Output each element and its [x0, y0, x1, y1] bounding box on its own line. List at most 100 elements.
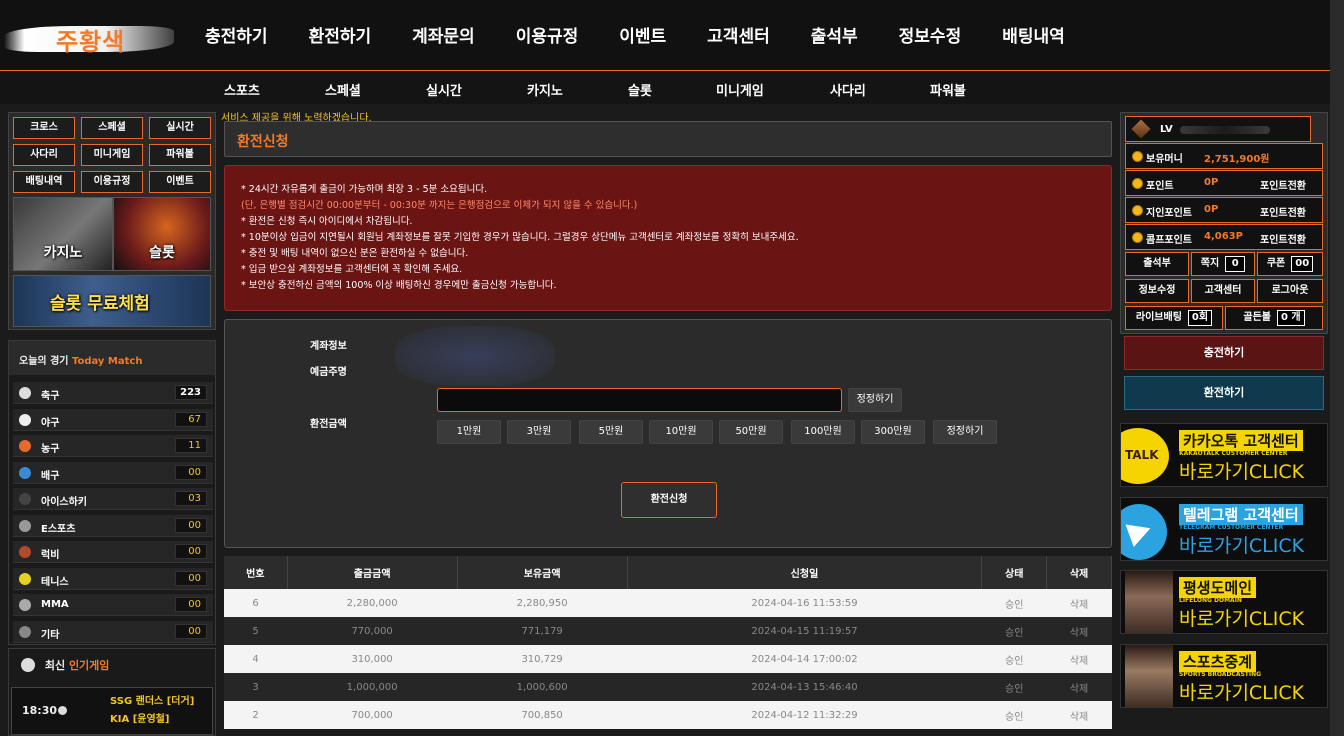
- correct-button[interactable]: 정정하기: [848, 388, 902, 412]
- left-btn-special[interactable]: 스페셜: [81, 117, 143, 139]
- nav-account-inquiry[interactable]: 계좌문의: [412, 22, 475, 47]
- subnav-slot[interactable]: 슬롯: [628, 80, 652, 99]
- table-cell: 2024-04-14 17:00:02: [627, 645, 982, 673]
- left-btn-live[interactable]: 실시간: [149, 117, 211, 139]
- attendance-button[interactable]: 출석부: [1125, 252, 1189, 276]
- subnav-sports[interactable]: 스포츠: [224, 80, 260, 99]
- quick-amount-button[interactable]: 3만원: [507, 420, 571, 444]
- subnav-minigame[interactable]: 미니게임: [716, 80, 764, 99]
- free-slot-promo[interactable]: 슬롯 무료체험: [13, 275, 211, 327]
- nav-edit-info[interactable]: 정보수정: [899, 22, 962, 47]
- sport-count: 11: [175, 438, 207, 453]
- left-btn-bet-history[interactable]: 배팅내역: [13, 171, 75, 193]
- table-cell: 6: [224, 589, 288, 617]
- delete-link[interactable]: 삭제: [1046, 645, 1112, 673]
- logout-button[interactable]: 로그아웃: [1257, 279, 1323, 303]
- withdraw-form: 계좌정보 예금주명 환전금액 정정하기 1만원 3만원 5만원 10만원 50만원 100…: [224, 319, 1112, 548]
- table-cell: 770,000: [287, 617, 458, 645]
- sport-row[interactable]: 축구 223: [13, 382, 213, 404]
- subnav-ladder[interactable]: 사다리: [830, 80, 866, 99]
- slot-promo[interactable]: 슬롯: [113, 197, 211, 271]
- sport-name: MMA: [41, 599, 69, 610]
- nav-attendance[interactable]: 출석부: [811, 22, 858, 47]
- deposit-button[interactable]: 충전하기: [1124, 336, 1324, 370]
- sport-name: E스포츠: [41, 523, 76, 535]
- subnav-powerball[interactable]: 파워볼: [930, 80, 966, 99]
- popular-match-row[interactable]: 18:30 SSG 랜더스 [더거] KIA [윤영철]: [11, 687, 213, 735]
- nav-support[interactable]: 고객센터: [707, 22, 770, 47]
- left-btn-rules[interactable]: 이용규정: [81, 171, 143, 193]
- support-button[interactable]: 고객센터: [1191, 279, 1255, 303]
- table-cell: 승인: [981, 589, 1047, 617]
- coupon-button[interactable]: 쿠폰 00: [1257, 252, 1323, 276]
- point-convert-button[interactable]: 포인트전환: [1260, 177, 1306, 192]
- sport-row[interactable]: 아이스하키 03: [13, 488, 213, 510]
- table-cell: 771,179: [457, 617, 628, 645]
- table-cell: 5: [224, 617, 288, 645]
- live-bet-button[interactable]: 라이브배팅 0회: [1125, 306, 1223, 330]
- notice-line: * 입금 받으실 계좌정보를 고객센터에 꼭 확인해 주세요.: [241, 264, 463, 275]
- site-logo[interactable]: 주황색: [4, 20, 174, 58]
- quick-amount-button[interactable]: 50만원: [719, 420, 783, 444]
- nav-deposit[interactable]: 충전하기: [205, 22, 268, 47]
- withdraw-submit-button[interactable]: 환전신청: [621, 482, 717, 518]
- sport-name: 배구: [41, 470, 60, 482]
- sport-row[interactable]: 기타 00: [13, 620, 213, 643]
- message-button[interactable]: 쪽지 0: [1191, 252, 1255, 276]
- referral-label: 지인포인트: [1146, 208, 1192, 219]
- sports-broadcast-banner[interactable]: 스포츠중계 SPORTS BROADCASTING 바로가기CLICK: [1120, 644, 1328, 708]
- telegram-banner[interactable]: 텔레그램 고객센터 TELEGRAM CUSTOMER CENTER 바로가기C…: [1120, 497, 1328, 561]
- live-bet-count: 0회: [1187, 310, 1213, 326]
- quick-amount-button[interactable]: 10만원: [649, 420, 713, 444]
- withdraw-button[interactable]: 환전하기: [1124, 376, 1324, 410]
- delete-link[interactable]: 삭제: [1046, 701, 1112, 729]
- sport-row[interactable]: 럭비 00: [13, 541, 213, 563]
- sport-row[interactable]: 배구 00: [13, 461, 213, 484]
- nav-rules[interactable]: 이용규정: [516, 22, 579, 47]
- golden-ball-button[interactable]: 골든볼 0 개: [1225, 306, 1323, 330]
- match-time: 18:30: [22, 704, 58, 717]
- comp-convert-button[interactable]: 포인트전환: [1260, 231, 1306, 246]
- lifelong-domain-banner[interactable]: 평생도메인 LIFELONG DOMAIN 바로가기CLICK: [1120, 570, 1328, 634]
- left-btn-powerball[interactable]: 파워볼: [149, 144, 211, 166]
- left-btn-minigame[interactable]: 미니게임: [81, 144, 143, 166]
- sport-row[interactable]: 야구 67: [13, 408, 213, 431]
- table-header-cell: 삭제: [1046, 556, 1112, 589]
- delete-link[interactable]: 삭제: [1046, 673, 1112, 701]
- scrollbar-track[interactable]: [1330, 0, 1344, 736]
- edit-info-button[interactable]: 정보수정: [1125, 279, 1189, 303]
- popular-title-en: 인기게임: [68, 659, 110, 672]
- referral-convert-button[interactable]: 포인트전환: [1260, 204, 1306, 219]
- notice-line: * 보안상 충전하신 금액의 100% 이상 배팅하신 경우에만 출금신청 가능…: [241, 280, 557, 291]
- amount-input[interactable]: [437, 388, 842, 412]
- casino-promo[interactable]: 카지노: [13, 197, 113, 271]
- referral-point-box: 지인포인트 0P 포인트전환: [1125, 197, 1323, 223]
- delete-link[interactable]: 삭제: [1046, 589, 1112, 617]
- nav-bet-history[interactable]: 배팅내역: [1002, 22, 1065, 47]
- quick-amount-button[interactable]: 100만원: [791, 420, 855, 444]
- sport-row[interactable]: MMA 00: [13, 594, 213, 616]
- nav-event[interactable]: 이벤트: [619, 22, 666, 47]
- subnav-special[interactable]: 스페셜: [325, 80, 361, 99]
- left-btn-event[interactable]: 이벤트: [149, 171, 211, 193]
- sport-row[interactable]: 농구 11: [13, 435, 213, 457]
- quick-amount-button[interactable]: 정정하기: [933, 420, 997, 444]
- table-cell: 승인: [981, 617, 1047, 645]
- sport-row[interactable]: E스포츠 00: [13, 514, 213, 537]
- quick-amount-button[interactable]: 5만원: [579, 420, 643, 444]
- kakaotalk-banner[interactable]: TALK 카카오톡 고객센터 KAKAOTALK CUSTOMER CENTER…: [1120, 423, 1328, 487]
- table-header-cell: 보유금액: [457, 556, 628, 589]
- kakaotalk-banner-sub: KAKAOTALK CUSTOMER CENTER: [1179, 450, 1288, 457]
- left-btn-cross[interactable]: 크로스: [13, 117, 75, 139]
- left-btn-ladder[interactable]: 사다리: [13, 144, 75, 166]
- quick-amount-button[interactable]: 1만원: [437, 420, 501, 444]
- subnav-casino[interactable]: 카지노: [527, 80, 563, 99]
- sport-row[interactable]: 테니스 00: [13, 567, 213, 590]
- quick-amount-button[interactable]: 300만원: [861, 420, 925, 444]
- subnav-live[interactable]: 실시간: [426, 80, 462, 99]
- nav-withdraw[interactable]: 환전하기: [309, 22, 372, 47]
- delete-link[interactable]: 삭제: [1046, 617, 1112, 645]
- top-header: 주황색 충전하기 환전하기 계좌문의 이용규정 이벤트 고객센터 출석부 정보수…: [0, 0, 1344, 71]
- match-team-1: SSG 랜더스 [더거]: [110, 696, 195, 707]
- today-match-panel: 오늘의 경기 Today Match 축구 223 야구 67 농구 11 배구 00 아이스하…: [8, 340, 216, 645]
